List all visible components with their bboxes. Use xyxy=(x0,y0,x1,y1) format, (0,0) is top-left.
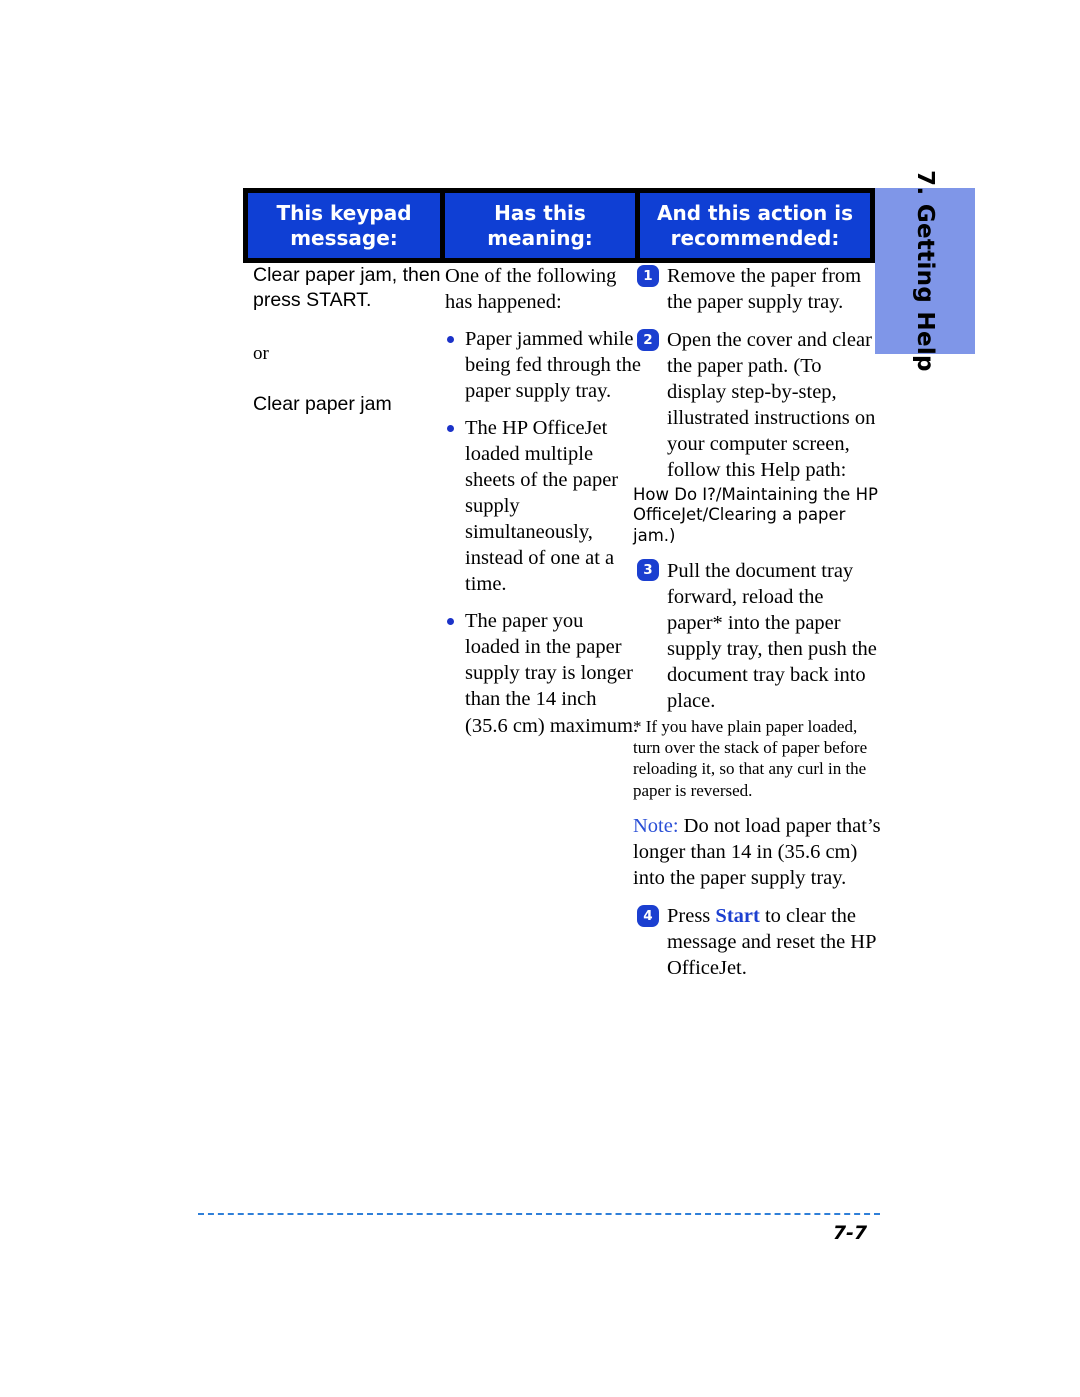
meaning-bullet-item: The paper you loaded in the paper supply… xyxy=(445,608,642,738)
bullet-dot-icon xyxy=(447,618,454,626)
action-step: 2 Open the cover and clear the paper pat… xyxy=(633,327,883,483)
meaning-bullet-text: Paper jammed while being fed through the… xyxy=(465,328,641,403)
action-step: 1 Remove the paper from the paper supply… xyxy=(633,263,883,315)
meaning-bullet-item: Paper jammed while being fed through the… xyxy=(445,326,642,404)
action-note: Note: Do not load paper that’s longer th… xyxy=(633,813,883,891)
action-step-text: Remove the paper from the paper supply t… xyxy=(667,265,862,314)
step-number-badge-3: 3 xyxy=(637,559,659,582)
action-step: 3 Pull the document tray forward, reload… xyxy=(633,558,883,714)
table-header-row: This keypad message: Has this meaning: A… xyxy=(243,188,875,263)
chapter-side-tab-label: 7. Getting Help xyxy=(912,170,938,372)
meaning-bullet-text: The HP OfficeJet loaded multiple sheets … xyxy=(465,417,619,596)
help-path-text: How Do I?/Maintaining the HP OfficeJet/C… xyxy=(633,485,878,545)
step-number-badge-4: 4 xyxy=(637,904,659,927)
action-step: 4 Press Start to clear the message and re… xyxy=(633,903,883,981)
table-cell-keypad-message: Clear paper jam, then press START. or Cl… xyxy=(253,263,449,418)
table-cell-action: 1 Remove the paper from the paper supply… xyxy=(633,263,883,993)
action-step-text-before: Press xyxy=(667,904,716,927)
keypad-message-primary: Clear paper jam, then press START. xyxy=(253,264,441,312)
keypad-message-alternate: Clear paper jam xyxy=(253,393,392,416)
footer-divider xyxy=(198,1213,880,1215)
keypad-message-separator: or xyxy=(253,342,269,364)
step-number-badge-1: 1 xyxy=(637,264,659,287)
meaning-bullet-item: The HP OfficeJet loaded multiple sheets … xyxy=(445,415,642,597)
step-number-badge-2: 2 xyxy=(637,328,659,351)
bullet-dot-icon xyxy=(447,424,454,432)
chapter-side-tab: 7. Getting Help xyxy=(875,170,975,372)
bullet-dot-icon xyxy=(447,335,454,343)
table-cell-meaning: One of the following has happened: Paper… xyxy=(445,263,642,739)
page-number: 7-7 xyxy=(832,1222,868,1244)
note-label: Note: xyxy=(633,814,679,837)
table-header-cell-meaning: Has this meaning: xyxy=(445,193,635,258)
meaning-intro: One of the following has happened: xyxy=(445,265,617,314)
action-step-text: Pull the document tray forward, reload t… xyxy=(667,559,877,712)
table-header-cell-keypad-message: This keypad message: xyxy=(248,193,440,258)
table-header-cell-action: And this action is recommended: xyxy=(640,193,870,258)
action-step-text: Open the cover and clear the paper path.… xyxy=(667,329,876,482)
action-footnote: * If you have plain paper loaded, turn o… xyxy=(633,716,868,800)
meaning-bullet-text: The paper you loaded in the paper supply… xyxy=(465,610,639,737)
start-keyword: Start xyxy=(715,904,760,927)
